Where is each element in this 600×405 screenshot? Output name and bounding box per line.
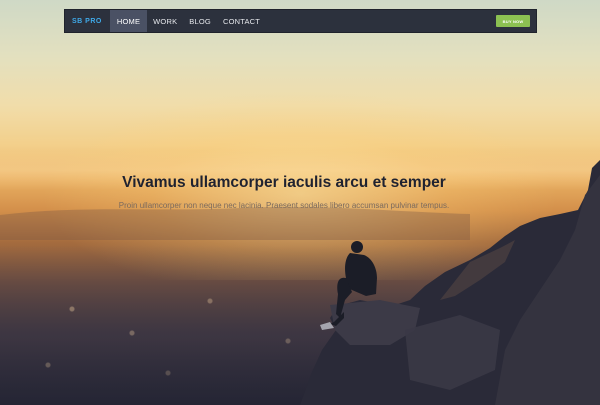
nav-item-work[interactable]: WORK <box>147 10 183 32</box>
top-navbar: SB PRO HOME WORK BLOG CONTACT BUY NOW <box>64 9 537 33</box>
hero-subline: Proin ullamcorper non neque nec lacinia.… <box>118 201 450 210</box>
nav-item-home[interactable]: HOME <box>109 10 148 32</box>
nav-item-blog[interactable]: BLOG <box>183 10 217 32</box>
buy-now-button[interactable]: BUY NOW <box>496 15 530 27</box>
nav-item-contact[interactable]: CONTACT <box>217 10 266 32</box>
brand-logo[interactable]: SB PRO <box>65 10 110 32</box>
hero-headline: Vivamus ullamcorper iaculis arcu et semp… <box>122 174 446 191</box>
